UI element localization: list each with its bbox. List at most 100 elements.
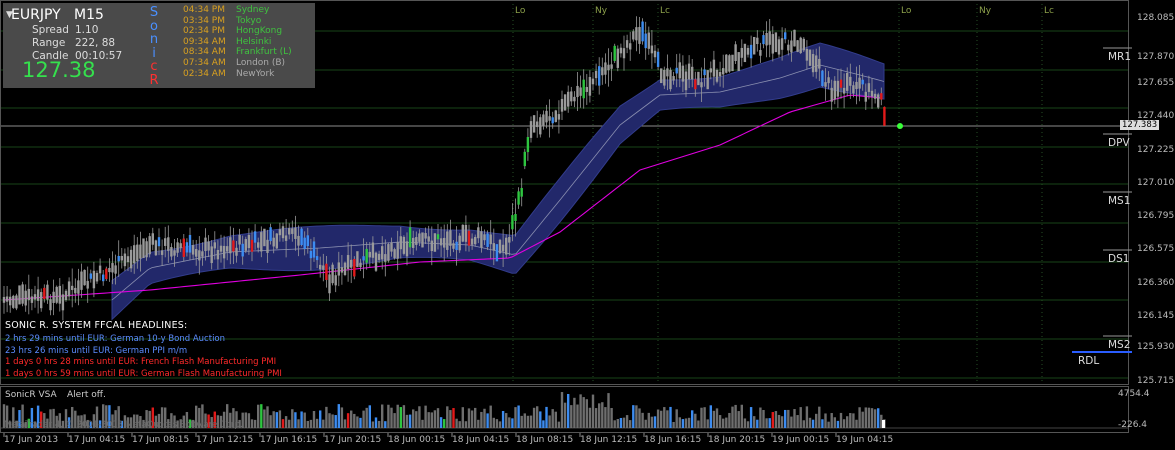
candle-body (266, 239, 269, 253)
candle-body (539, 117, 542, 135)
vsa-bar (353, 413, 356, 428)
candle-body (774, 32, 778, 53)
vsa-bar (532, 407, 536, 428)
candle-body (613, 45, 616, 61)
vsa-bar (582, 397, 585, 428)
candle-body (64, 290, 68, 300)
vsa-bar (294, 412, 297, 428)
vsa-bar (706, 419, 709, 428)
candle-body (563, 94, 567, 111)
candle-body (650, 45, 654, 54)
candle-body (805, 48, 809, 61)
candle-body (815, 55, 818, 72)
vsa-bar (300, 411, 303, 428)
candle-body (467, 230, 471, 246)
vsa-bar (312, 411, 316, 428)
vsa-bar (793, 409, 796, 428)
sonic-letter: n (149, 32, 159, 47)
vsa-bar (381, 404, 384, 428)
candle-body (343, 262, 347, 275)
pivot-level-label: MS1 (1108, 195, 1131, 207)
vsa-bar (861, 411, 864, 428)
candle-body (340, 267, 344, 273)
candle-body (784, 32, 787, 40)
candle-body (9, 296, 12, 306)
vsa-bar (260, 404, 263, 428)
candle-body (418, 233, 421, 242)
candle-body (483, 234, 486, 241)
candle-body (746, 47, 750, 55)
candle-body (501, 244, 505, 252)
candle-body (635, 27, 638, 41)
candle-body (89, 273, 92, 279)
candle-body (359, 262, 362, 268)
time-axis-label: 18 Jun 20:15 (708, 435, 766, 445)
timeframe: M15 (74, 7, 104, 23)
candle-body (263, 228, 266, 247)
candle-body (582, 79, 585, 99)
vsa-bar (263, 409, 266, 428)
vsa-bar (858, 407, 861, 428)
vsa-bar (539, 411, 542, 428)
vsa-bar (762, 410, 765, 428)
vsa-bar (508, 417, 511, 428)
candle-body (836, 80, 840, 97)
spread-value: 1.10 (75, 24, 99, 36)
vsa-bar (846, 416, 849, 428)
vsa-bar (842, 419, 846, 428)
vsa-bar (641, 412, 644, 428)
vsa-bar (570, 405, 573, 428)
vsa-bar (811, 419, 815, 428)
candle-body (114, 265, 117, 274)
collapse-arrow-icon[interactable]: ▼ (6, 10, 13, 20)
candle-body (743, 43, 747, 63)
candle-body (213, 242, 216, 249)
vsa-bar (728, 412, 731, 428)
vsa-bar (365, 407, 368, 428)
vsa-bar (331, 414, 334, 428)
candle-body (294, 227, 297, 239)
candle-body (102, 274, 105, 282)
candle-body (139, 244, 142, 259)
candle-body (129, 249, 133, 269)
candle-body (21, 284, 24, 304)
candle-body (300, 228, 303, 246)
vsa-bar (681, 419, 685, 428)
candle-body (567, 91, 570, 107)
candle-body (818, 58, 821, 69)
candle-body (272, 237, 275, 247)
vsa-bar (399, 407, 402, 428)
candle-body (601, 67, 604, 76)
candle-body (461, 224, 464, 242)
vsa-bar (418, 406, 421, 428)
vsa-bar (784, 409, 787, 428)
vsa-bar (551, 409, 554, 428)
candle-body (703, 69, 706, 76)
candle-body (765, 32, 768, 46)
range-value: 222, 88 (75, 37, 116, 49)
vsa-bar (635, 405, 638, 428)
vsa-bar (278, 410, 282, 428)
vsa-bar (266, 406, 269, 428)
vsa-bar (387, 404, 390, 428)
candle-body (715, 69, 719, 82)
candle-body (619, 47, 623, 54)
vsa-bar (514, 407, 517, 428)
candle-body (328, 274, 331, 294)
candle-body (799, 37, 802, 54)
candle-body (157, 237, 161, 247)
vsa-bar (808, 417, 812, 428)
candle-body (27, 288, 30, 301)
candle-body (71, 285, 74, 290)
vsa-bar (489, 405, 492, 428)
candle-body (880, 93, 883, 100)
vsa-bar (824, 413, 827, 428)
session-time: 04:34 PM (183, 5, 225, 15)
candle-body (36, 289, 40, 301)
candle-body (725, 54, 728, 73)
sonic-letter: R (149, 72, 159, 88)
candle-body (470, 238, 474, 245)
candle-body (731, 54, 734, 72)
session-marker-label: Lo (515, 6, 526, 16)
candle-body (253, 231, 257, 243)
